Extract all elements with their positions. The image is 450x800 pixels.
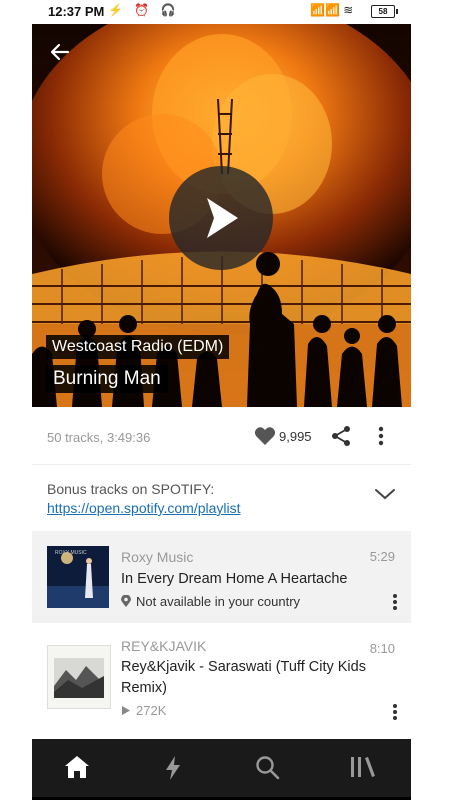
playlist-screen: Westcoast Radio (EDM) Burning Man 50 tra… bbox=[32, 24, 411, 800]
nav-stream[interactable] bbox=[163, 755, 193, 781]
track-duration: 5:29 bbox=[369, 549, 395, 564]
more-options-icon[interactable] bbox=[391, 703, 399, 721]
track-artist: REY&KJAVIK bbox=[121, 638, 207, 654]
status-time: 12:37 PM bbox=[48, 4, 105, 19]
nav-library[interactable] bbox=[349, 755, 379, 781]
album-cover-image: ROXY MUSIC bbox=[47, 546, 109, 608]
play-count-icon bbox=[122, 706, 130, 715]
status-bar: 12:37 PM ⚡ ⏰ 🎧 📶📶 ≋ 58 bbox=[0, 0, 450, 24]
battery-icon: 58 bbox=[371, 5, 398, 18]
play-button[interactable] bbox=[169, 166, 273, 270]
location-pin-icon bbox=[121, 595, 131, 607]
signal-wifi-icon: 📶📶 ≋ bbox=[310, 3, 354, 17]
share-icon[interactable] bbox=[330, 425, 352, 447]
album-cover-text: ROXY MUSIC bbox=[55, 550, 87, 556]
nav-home[interactable] bbox=[64, 755, 94, 781]
playlist-meta-row: 50 tracks, 3:49:36 9,995 bbox=[32, 407, 411, 465]
nav-search[interactable] bbox=[255, 755, 285, 781]
library-icon bbox=[351, 757, 375, 777]
status-left-icons: ⚡ ⏰ 🎧 bbox=[108, 3, 180, 17]
station-label[interactable]: Westcoast Radio (EDM) bbox=[46, 335, 230, 359]
lightning-icon bbox=[166, 756, 180, 780]
track-artwork: ROXY MUSIC bbox=[47, 546, 109, 608]
description-text: Bonus tracks on SPOTIFY: bbox=[47, 481, 215, 497]
track-artist: Roxy Music bbox=[121, 549, 194, 565]
track-row[interactable]: REY&KJAVIK Rey&Kjavik - Saraswati (Tuff … bbox=[32, 623, 411, 741]
back-button[interactable] bbox=[46, 38, 74, 66]
play-icon bbox=[207, 198, 238, 238]
description-link[interactable]: https://open.spotify.com/playlist bbox=[47, 500, 241, 516]
album-cover-image bbox=[48, 646, 110, 708]
like-count: 9,995 bbox=[279, 429, 312, 444]
track-play-count: 272K bbox=[136, 703, 167, 718]
playlist-title: Burning Man bbox=[46, 365, 168, 393]
heart-icon[interactable] bbox=[254, 426, 276, 446]
track-row[interactable]: ROXY MUSIC Roxy Music In Every Dream Hom… bbox=[32, 531, 411, 623]
search-icon bbox=[256, 756, 280, 780]
chevron-down-icon[interactable] bbox=[374, 487, 396, 501]
track-availability: Not available in your country bbox=[136, 594, 301, 609]
bottom-navigation bbox=[32, 739, 411, 797]
home-icon bbox=[65, 756, 89, 778]
track-artwork bbox=[47, 645, 111, 709]
track-duration: 8:10 bbox=[369, 641, 395, 656]
playlist-description: Bonus tracks on SPOTIFY: https://open.sp… bbox=[32, 465, 411, 531]
track-count-duration: 50 tracks, 3:49:36 bbox=[47, 430, 151, 445]
arrow-left-icon bbox=[50, 43, 70, 61]
track-title: In Every Dream Home A Heartache bbox=[121, 571, 348, 587]
more-options-icon[interactable] bbox=[391, 593, 399, 611]
track-title: Rey&Kjavik - Saraswati (Tuff City Kids R… bbox=[121, 659, 366, 696]
hero-artwork: Westcoast Radio (EDM) Burning Man bbox=[32, 24, 411, 407]
more-options-icon[interactable] bbox=[377, 425, 385, 447]
